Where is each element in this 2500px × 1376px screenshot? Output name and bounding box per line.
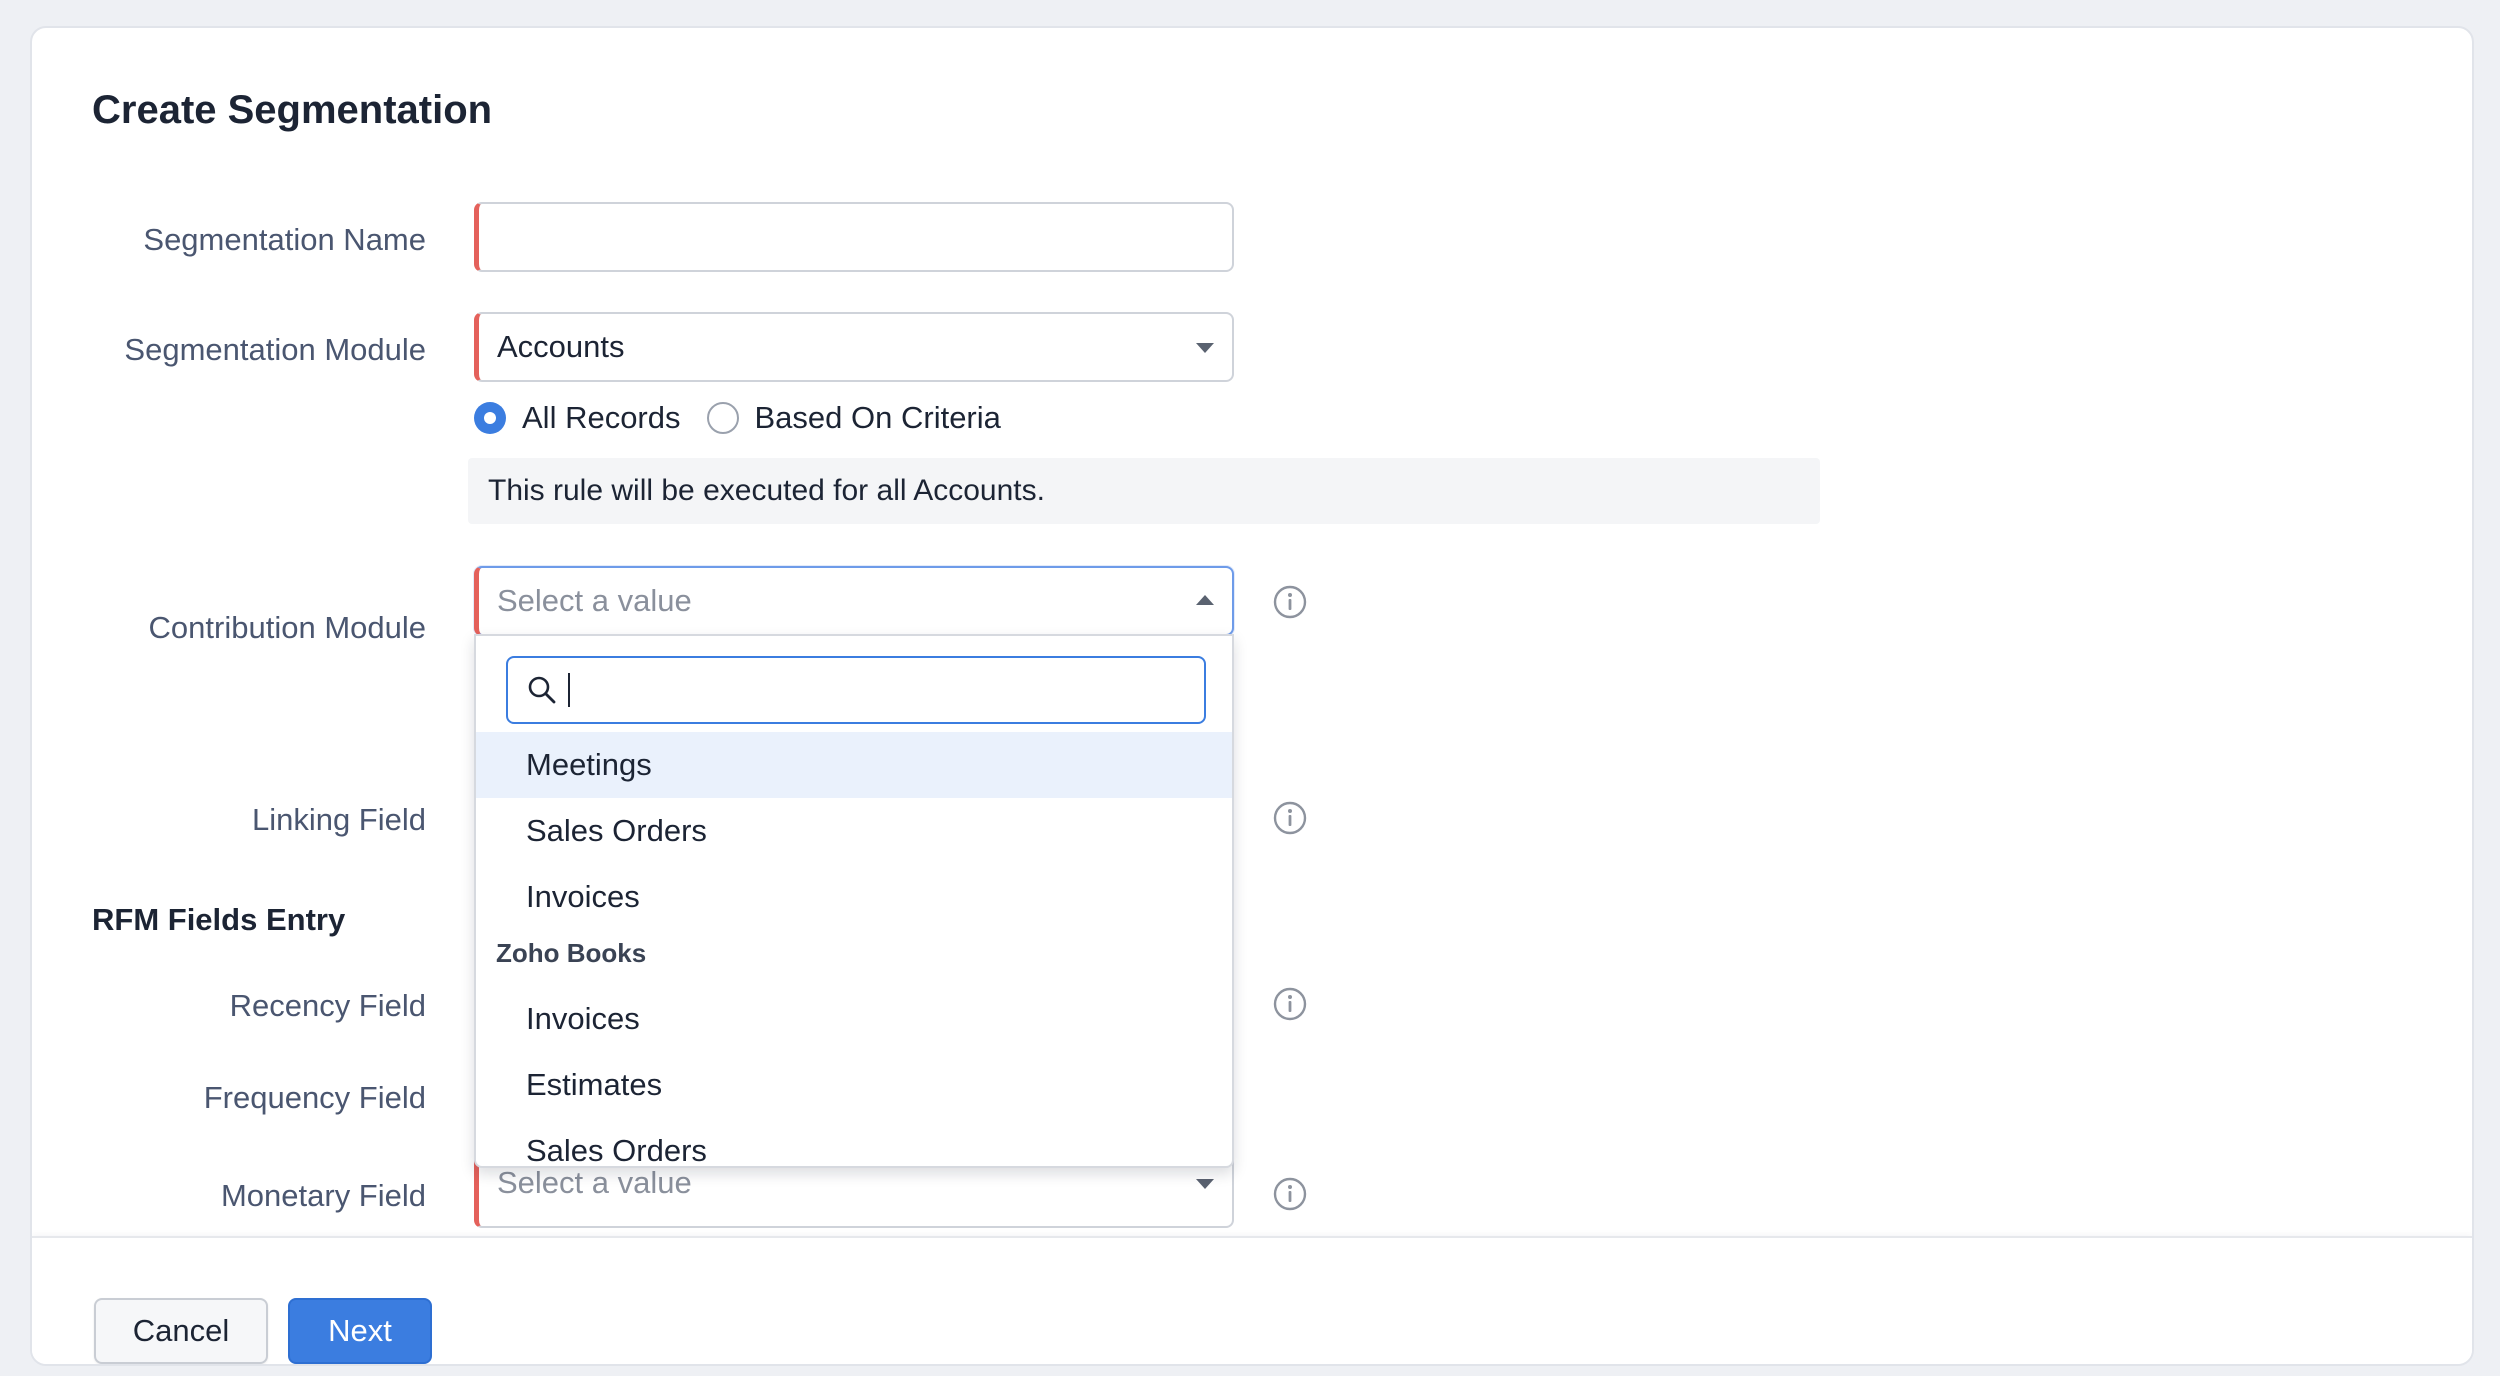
search-icon [528,676,556,704]
segmentation-name-label: Segmentation Name [143,222,426,257]
recency-field-label: Recency Field [229,988,426,1023]
dropdown-group-label: Zoho Books [496,938,647,968]
monetary-field-label: Monetary Field [220,1178,426,1213]
segmentation-module-value: Accounts [497,329,625,364]
linking-field-label: Linking Field [251,802,426,837]
radio-all-records[interactable]: All Records [474,400,681,436]
next-button[interactable]: Next [288,1298,432,1364]
create-segmentation-card: Create Segmentation Segmentation Name Se… [30,26,2474,1366]
rfm-section-title: RFM Fields Entry [92,902,346,937]
contribution-module-placeholder: Select a value [497,583,692,618]
info-circle-icon[interactable] [1272,1176,1308,1212]
record-scope-radio-group: All Records Based On Criteria [474,400,1027,436]
monetary-field-placeholder: Select a value [497,1165,692,1200]
cancel-button[interactable]: Cancel [94,1298,268,1364]
dropdown-option-books-invoices[interactable]: Invoices [476,986,1232,1052]
contribution-module-dropdown: Meetings Sales Orders Invoices Zoho Book… [474,634,1234,1168]
page-title: Create Segmentation [92,88,493,132]
segmentation-name-input[interactable] [474,202,1234,272]
radio-checked-icon [474,402,506,434]
dropdown-option-books-sales-orders[interactable]: Sales Orders [476,1118,1232,1166]
frequency-field-label: Frequency Field [203,1080,426,1115]
dropdown-search-input[interactable] [506,656,1206,724]
radio-unchecked-icon [706,402,739,434]
caret-up-icon [1196,595,1214,605]
info-circle-icon[interactable] [1272,800,1308,836]
caret-down-icon [1196,1179,1214,1189]
segmentation-module-label: Segmentation Module [124,332,426,367]
dropdown-option-invoices[interactable]: Invoices [476,864,1232,930]
segmentation-module-select[interactable]: Accounts [474,312,1234,382]
radio-based-on-criteria-label: Based On Criteria [754,400,1001,435]
radio-based-on-criteria[interactable]: Based On Criteria [706,400,1001,436]
info-circle-icon[interactable] [1272,584,1308,620]
caret-down-icon [1196,343,1214,353]
contribution-module-select[interactable]: Select a value [474,566,1234,636]
dropdown-option-sales-orders[interactable]: Sales Orders [476,798,1232,864]
record-scope-notice: This rule will be executed for all Accou… [468,458,1820,524]
dropdown-option-meetings[interactable]: Meetings [476,732,1232,798]
form-footer: Cancel Next [32,1236,2472,1364]
radio-all-records-label: All Records [522,400,681,435]
text-cursor [568,673,570,707]
dropdown-option-books-estimates[interactable]: Estimates [476,1052,1232,1118]
info-circle-icon[interactable] [1272,986,1308,1022]
contribution-module-label: Contribution Module [148,610,426,645]
